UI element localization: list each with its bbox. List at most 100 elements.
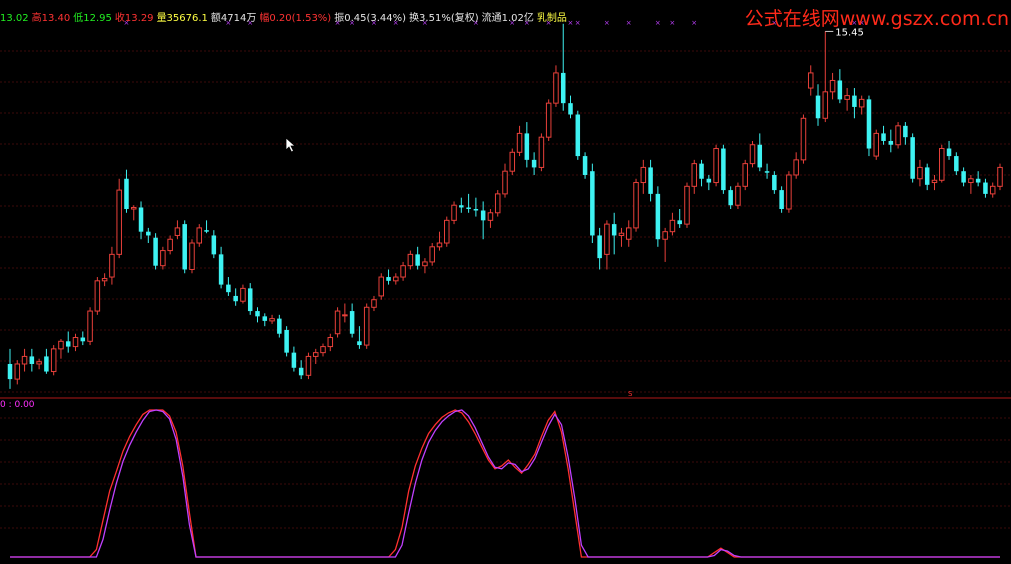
candle: [7, 348, 13, 389]
candle: [189, 239, 195, 274]
indicator-line-2: [10, 409, 1000, 558]
candle: [429, 243, 435, 266]
candle-body: [7, 363, 13, 380]
candle: [94, 277, 101, 315]
candle-body: [36, 361, 42, 365]
candle-body: [29, 356, 35, 364]
candle: [167, 235, 173, 255]
turnover: 换3.51%(复权): [409, 13, 479, 24]
candle: [480, 201, 486, 240]
candle: [735, 182, 741, 209]
candle-body: [531, 159, 537, 168]
candle-body: [116, 189, 122, 255]
candle-body: [466, 207, 471, 209]
signal-marker: ×: [626, 19, 632, 27]
candle: [473, 197, 479, 217]
candle-body: [305, 355, 312, 376]
candle: [174, 220, 181, 240]
candle-body: [327, 337, 334, 348]
candle-body: [357, 341, 362, 346]
candle-body: [706, 178, 712, 183]
candle: [844, 88, 850, 111]
candle: [327, 333, 334, 352]
candle-body: [284, 329, 289, 353]
candle: [334, 307, 341, 338]
candle: [582, 152, 588, 179]
candle: [138, 201, 144, 240]
candle: [291, 346, 297, 372]
candle-body: [699, 163, 704, 179]
candle: [983, 178, 988, 198]
candle-body: [138, 207, 144, 232]
candle: [772, 171, 777, 194]
candle: [611, 212, 617, 255]
candle-body: [444, 219, 450, 244]
candle-body: [277, 318, 282, 334]
candle-body: [655, 193, 661, 240]
candle: [262, 313, 268, 327]
candle: [371, 295, 377, 312]
candle: [312, 348, 319, 364]
open-price: 13.02: [0, 13, 29, 24]
candle-body: [822, 91, 829, 119]
candle-body: [436, 242, 443, 248]
candle-body: [182, 224, 187, 270]
candle-body: [130, 206, 137, 210]
candle: [196, 224, 203, 247]
candle-body: [764, 171, 770, 173]
indicator-series: [10, 409, 1000, 558]
candle: [829, 72, 836, 100]
candle-body: [910, 137, 915, 179]
candle: [531, 152, 537, 175]
candle: [881, 125, 886, 145]
candle: [677, 209, 682, 228]
candle: [793, 152, 799, 179]
candle: [655, 186, 661, 247]
candle-body: [218, 254, 224, 285]
candle: [50, 345, 57, 376]
candle-body: [65, 341, 71, 347]
amount: 额4714万: [210, 13, 257, 24]
candle: [560, 23, 566, 111]
candle-body: [422, 261, 428, 267]
candle: [58, 339, 64, 359]
chart-canvas[interactable]: × × × × × × × × × × × × × × × × × × × × × ×S 15.45: [0, 0, 1011, 560]
volume: 量35676.1: [156, 13, 208, 24]
candle: [568, 95, 573, 119]
stock-chart[interactable]: × × × × × × × × × × × × × × × × × × × × × × S 15.45 13.02 高13.4…: [0, 0, 1011, 560]
candle: [699, 159, 704, 187]
candle-body: [494, 193, 501, 214]
candle: [378, 273, 385, 300]
candle: [116, 178, 122, 259]
candle: [706, 174, 712, 191]
candle-body: [662, 231, 668, 240]
candle: [968, 174, 974, 194]
candle-body: [648, 167, 653, 194]
candle: [153, 233, 158, 270]
candle: [146, 227, 151, 244]
candle-body: [371, 299, 377, 308]
candle: [218, 246, 224, 289]
signal-marker: S: [628, 390, 633, 398]
candle: [204, 220, 209, 234]
candle: [240, 284, 246, 304]
candle-body: [262, 316, 268, 321]
candle-body: [87, 310, 93, 342]
candle: [713, 144, 719, 187]
candle: [451, 201, 457, 225]
candle-body: [575, 114, 581, 157]
candle: [349, 303, 355, 338]
candle: [494, 190, 501, 217]
candle-body: [597, 235, 602, 259]
candle: [44, 348, 49, 374]
candle: [182, 220, 187, 274]
candle-body: [255, 311, 260, 317]
candle-body: [247, 288, 253, 312]
candle: [226, 277, 231, 296]
candle-body: [786, 174, 792, 210]
candle-body: [873, 132, 880, 157]
candle: [764, 163, 770, 179]
candle-body: [997, 166, 1003, 187]
candle: [779, 186, 784, 213]
signal-marker: ×: [575, 19, 581, 27]
